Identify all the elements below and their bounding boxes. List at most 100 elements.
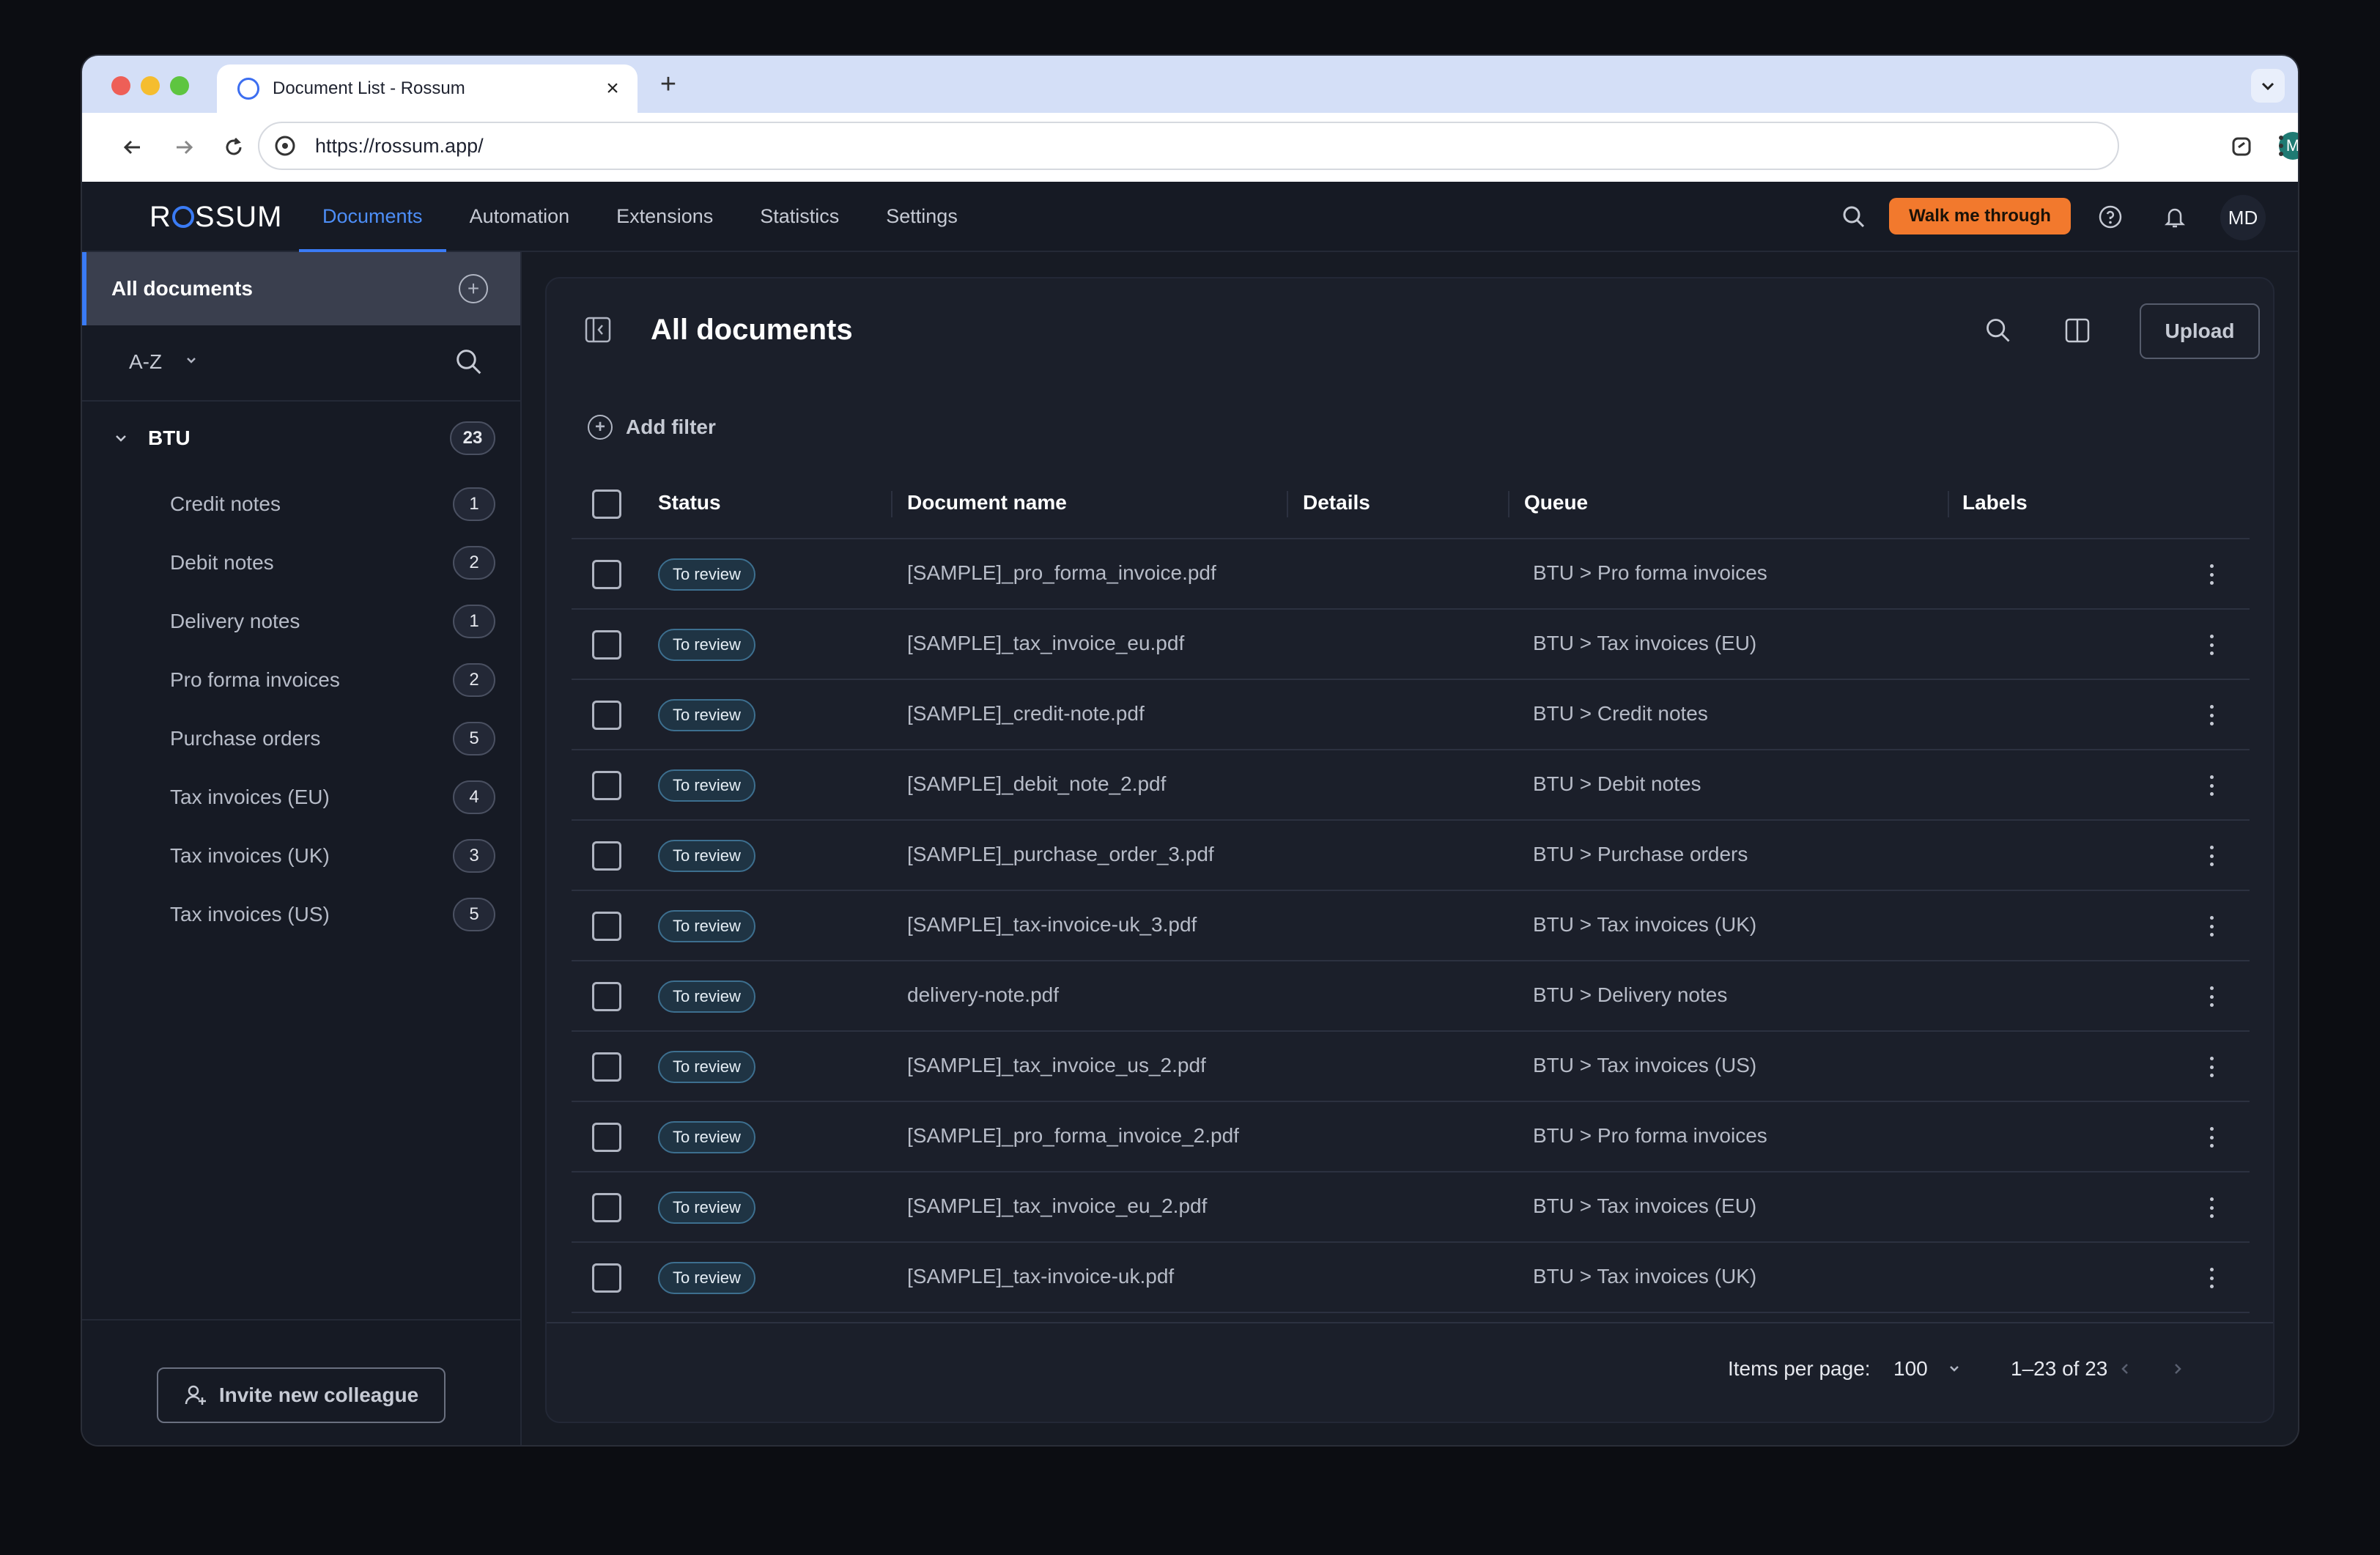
sidebar-group-btu[interactable]: BTU 23 xyxy=(82,402,520,475)
row-checkbox[interactable] xyxy=(592,771,621,800)
user-avatar[interactable]: MD xyxy=(2220,195,2266,240)
close-tab-icon[interactable]: × xyxy=(598,76,627,101)
global-search-button[interactable] xyxy=(1838,201,1870,233)
table-row[interactable]: To review [SAMPLE]_credit-note.pdf BTU > C… xyxy=(572,680,2250,750)
table-row[interactable]: To review [SAMPLE]_debit_note_2.pdf BTU > … xyxy=(572,750,2250,821)
row-checkbox[interactable] xyxy=(592,1263,621,1293)
row-checkbox[interactable] xyxy=(592,841,621,871)
extensions-button[interactable] xyxy=(2225,129,2258,163)
column-divider[interactable] xyxy=(891,491,892,517)
new-tab-button[interactable]: + xyxy=(654,69,683,100)
table-row[interactable]: To review delivery-note.pdf BTU > Delivery… xyxy=(572,961,2250,1032)
table-row[interactable]: To review [SAMPLE]_tax_invoice_eu.pdf BTU … xyxy=(572,610,2250,680)
document-name-cell[interactable]: [SAMPLE]_pro_forma_invoice.pdf xyxy=(907,561,1216,585)
row-menu-icon[interactable] xyxy=(2204,701,2219,730)
table-row[interactable]: To review [SAMPLE]_purchase_order_3.pdf BT… xyxy=(572,821,2250,891)
column-divider[interactable] xyxy=(1287,491,1288,517)
upload-button[interactable]: Upload xyxy=(2140,303,2260,359)
nav-extensions[interactable]: Extensions xyxy=(593,182,736,251)
help-button[interactable] xyxy=(2094,201,2126,233)
row-checkbox[interactable] xyxy=(592,701,621,730)
row-menu-icon[interactable] xyxy=(2204,1193,2219,1222)
chevron-down-icon[interactable] xyxy=(113,430,129,446)
row-menu-icon[interactable] xyxy=(2204,1263,2219,1293)
document-name-cell[interactable]: [SAMPLE]_tax-invoice-uk_3.pdf xyxy=(907,913,1197,937)
back-button[interactable] xyxy=(116,130,149,164)
document-name-cell[interactable]: [SAMPLE]_purchase_order_3.pdf xyxy=(907,843,1214,866)
sidebar-item-tax-invoices-us[interactable]: Tax invoices (US) 5 xyxy=(82,885,520,944)
row-checkbox[interactable] xyxy=(592,912,621,941)
row-checkbox[interactable] xyxy=(592,1052,621,1082)
column-divider[interactable] xyxy=(1508,491,1509,517)
row-checkbox[interactable] xyxy=(592,560,621,589)
prev-page-button[interactable] xyxy=(2112,1356,2138,1382)
sidebar-item-purchase-orders[interactable]: Purchase orders 5 xyxy=(82,709,520,768)
chevron-down-icon[interactable] xyxy=(183,352,199,368)
invite-colleague-button[interactable]: Invite new colleague xyxy=(157,1367,446,1423)
site-info-icon[interactable] xyxy=(273,133,298,158)
add-queue-icon[interactable]: + xyxy=(459,274,488,303)
document-name-cell[interactable]: delivery-note.pdf xyxy=(907,983,1059,1007)
row-menu-icon[interactable] xyxy=(2204,771,2219,800)
row-menu-icon[interactable] xyxy=(2204,1123,2219,1152)
nav-settings[interactable]: Settings xyxy=(862,182,981,251)
column-header-labels[interactable]: Labels xyxy=(1962,491,2028,514)
table-row[interactable]: To review [SAMPLE]_tax-invoice-uk.pdf BTU … xyxy=(572,1243,2250,1313)
sidebar-item-debit-notes[interactable]: Debit notes 2 xyxy=(82,533,520,592)
sidebar-item-delivery-notes[interactable]: Delivery notes 1 xyxy=(82,592,520,651)
sidebar-item-credit-notes[interactable]: Credit notes 1 xyxy=(82,475,520,533)
column-header-details[interactable]: Details xyxy=(1303,491,1370,514)
select-all-checkbox[interactable] xyxy=(592,490,621,519)
browser-menu-button[interactable] xyxy=(2264,129,2298,163)
row-menu-icon[interactable] xyxy=(2204,912,2219,941)
maximize-window-button[interactable] xyxy=(170,76,189,95)
search-documents-button[interactable] xyxy=(1980,312,2017,349)
row-menu-icon[interactable] xyxy=(2204,560,2219,589)
add-filter-button[interactable]: + Add filter xyxy=(588,415,716,440)
table-row[interactable]: To review [SAMPLE]_pro_forma_invoice.pdf B… xyxy=(572,539,2250,610)
table-row[interactable]: To review [SAMPLE]_pro_forma_invoice_2.pd… xyxy=(572,1102,2250,1172)
document-name-cell[interactable]: [SAMPLE]_tax_invoice_us_2.pdf xyxy=(907,1054,1206,1077)
reload-button[interactable] xyxy=(217,130,251,164)
notifications-button[interactable] xyxy=(2159,201,2191,233)
document-name-cell[interactable]: [SAMPLE]_tax_invoice_eu_2.pdf xyxy=(907,1194,1207,1218)
document-name-cell[interactable]: [SAMPLE]_credit-note.pdf xyxy=(907,702,1145,725)
column-header-document-name[interactable]: Document name xyxy=(907,491,1067,514)
row-menu-icon[interactable] xyxy=(2204,982,2219,1011)
column-header-status[interactable]: Status xyxy=(658,491,721,514)
document-name-cell[interactable]: [SAMPLE]_tax-invoice-uk.pdf xyxy=(907,1265,1174,1288)
document-name-cell[interactable]: [SAMPLE]_debit_note_2.pdf xyxy=(907,772,1166,796)
sidebar-item-tax-invoices-eu[interactable]: Tax invoices (EU) 4 xyxy=(82,768,520,827)
sidebar-all-documents[interactable]: All documents + xyxy=(82,252,520,325)
next-page-button[interactable] xyxy=(2165,1356,2191,1382)
column-settings-button[interactable] xyxy=(2059,312,2096,349)
column-divider[interactable] xyxy=(1948,491,1949,517)
row-menu-icon[interactable] xyxy=(2204,1052,2219,1082)
row-checkbox[interactable] xyxy=(592,1193,621,1222)
row-menu-icon[interactable] xyxy=(2204,841,2219,871)
minimize-window-button[interactable] xyxy=(141,76,160,95)
forward-button[interactable] xyxy=(167,130,201,164)
walk-me-through-button[interactable]: Walk me through xyxy=(1889,198,2071,234)
row-checkbox[interactable] xyxy=(592,1123,621,1152)
table-row[interactable]: To review [SAMPLE]_tax_invoice_eu_2.pdf BT… xyxy=(572,1172,2250,1243)
sort-dropdown[interactable]: A-Z xyxy=(129,350,162,374)
table-row[interactable]: To review [SAMPLE]_tax_invoice_us_2.pdf BT… xyxy=(572,1032,2250,1102)
document-name-cell[interactable]: [SAMPLE]_tax_invoice_eu.pdf xyxy=(907,632,1184,655)
rossum-logo[interactable]: R SSUM xyxy=(149,201,282,234)
table-row[interactable]: To review [SAMPLE]_tax-invoice-uk_3.pdf BT… xyxy=(572,891,2250,961)
document-name-cell[interactable]: [SAMPLE]_pro_forma_invoice_2.pdf xyxy=(907,1124,1239,1148)
chevron-down-icon[interactable] xyxy=(1946,1360,1962,1376)
search-icon[interactable] xyxy=(454,347,484,377)
sidebar-item-tax-invoices-uk[interactable]: Tax invoices (UK) 3 xyxy=(82,827,520,885)
column-header-queue[interactable]: Queue xyxy=(1524,491,1588,514)
nav-automation[interactable]: Automation xyxy=(446,182,594,251)
row-checkbox[interactable] xyxy=(592,982,621,1011)
items-per-page-select[interactable]: 100 xyxy=(1893,1357,1928,1381)
close-window-button[interactable] xyxy=(111,76,130,95)
collapse-sidebar-icon[interactable] xyxy=(583,315,613,344)
row-checkbox[interactable] xyxy=(592,630,621,660)
sidebar-item-pro-forma-invoices[interactable]: Pro forma invoices 2 xyxy=(82,651,520,709)
tab-search-button[interactable] xyxy=(2251,69,2285,103)
nav-statistics[interactable]: Statistics xyxy=(736,182,862,251)
